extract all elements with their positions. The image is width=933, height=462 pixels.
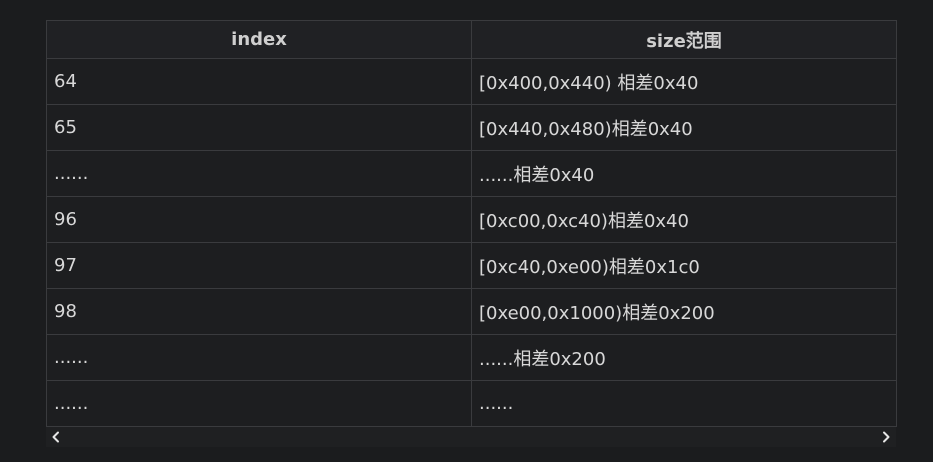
size-range-table: index size范围 64 [0x400,0x440) 相差0x40 65 … xyxy=(46,20,897,427)
size-range-cell: ......相差0x40 xyxy=(471,150,897,197)
size-range-cell: [0x400,0x440) 相差0x40 xyxy=(471,58,897,105)
table-row: ...... ...... xyxy=(46,380,897,427)
size-range-cell: ......相差0x200 xyxy=(471,334,897,381)
table-row: 96 [0xc00,0xc40)相差0x40 xyxy=(46,196,897,243)
size-range-cell: [0x440,0x480)相差0x40 xyxy=(471,104,897,151)
table-row: 97 [0xc40,0xe00)相差0x1c0 xyxy=(46,242,897,289)
table-row: ...... ......相差0x200 xyxy=(46,334,897,381)
scroll-left-button[interactable] xyxy=(46,427,66,447)
index-cell: ...... xyxy=(46,334,472,381)
chevron-left-icon xyxy=(50,428,62,447)
table-row: 65 [0x440,0x480)相差0x40 xyxy=(46,104,897,151)
scroll-right-button[interactable] xyxy=(876,427,896,447)
index-cell: 65 xyxy=(46,104,472,151)
size-range-cell: [0xc00,0xc40)相差0x40 xyxy=(471,196,897,243)
index-cell: 97 xyxy=(46,242,472,289)
chevron-right-icon xyxy=(880,428,892,447)
table-row: ...... ......相差0x40 xyxy=(46,150,897,197)
size-range-cell: ...... xyxy=(471,380,897,427)
table-row: 98 [0xe00,0x1000)相差0x200 xyxy=(46,288,897,335)
document-view: index size范围 64 [0x400,0x440) 相差0x40 65 … xyxy=(0,0,933,462)
table-header-row: index size范围 xyxy=(46,20,897,59)
size-range-cell: [0xe00,0x1000)相差0x200 xyxy=(471,288,897,335)
index-cell: ...... xyxy=(46,150,472,197)
index-cell: ...... xyxy=(46,380,472,427)
index-cell: 96 xyxy=(46,196,472,243)
column-header-size-range: size范围 xyxy=(471,20,897,59)
index-cell: 98 xyxy=(46,288,472,335)
horizontal-scrollbar[interactable] xyxy=(46,427,896,447)
column-header-index: index xyxy=(46,20,472,59)
index-cell: 64 xyxy=(46,58,472,105)
table-row: 64 [0x400,0x440) 相差0x40 xyxy=(46,58,897,105)
size-range-cell: [0xc40,0xe00)相差0x1c0 xyxy=(471,242,897,289)
table-container: index size范围 64 [0x400,0x440) 相差0x40 65 … xyxy=(46,20,897,427)
